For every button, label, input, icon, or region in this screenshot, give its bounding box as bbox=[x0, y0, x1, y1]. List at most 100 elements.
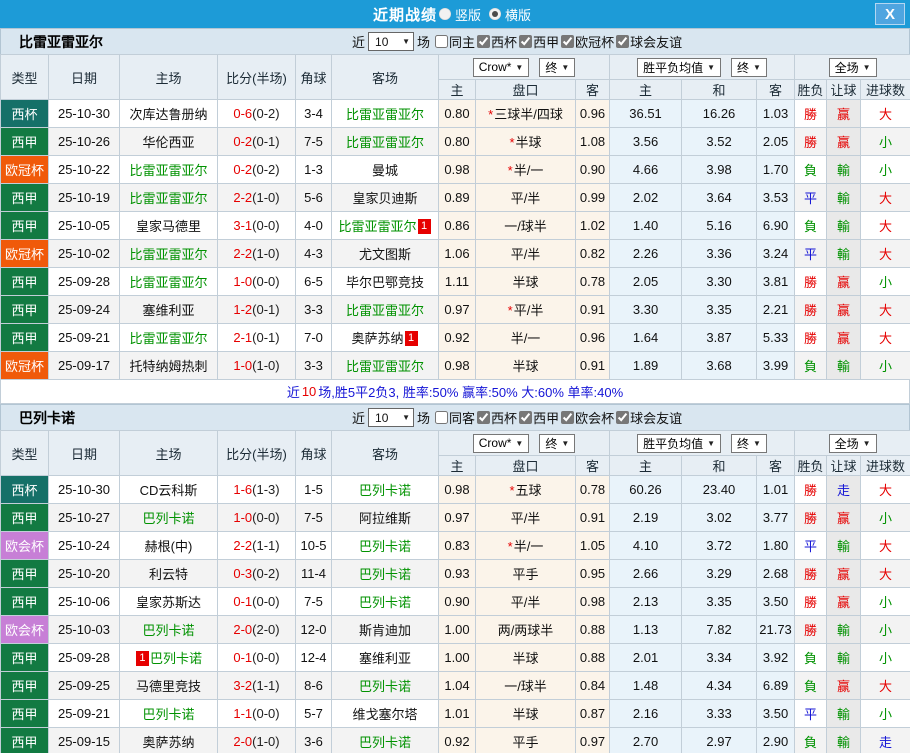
period-select[interactable]: 全场 ▼ bbox=[828, 57, 877, 77]
date-cell: 25-09-25 bbox=[48, 671, 120, 700]
league-checkbox[interactable] bbox=[616, 411, 630, 424]
handicap-result-cell: 輸 bbox=[826, 615, 862, 644]
odds-away-cell: 0.88 bbox=[574, 643, 611, 672]
col-corner: 角球 bbox=[295, 54, 332, 100]
league-badge: 西甲 bbox=[0, 295, 49, 324]
close-button[interactable]: X bbox=[875, 3, 905, 25]
league-filter[interactable]: 欧会杯 bbox=[561, 408, 614, 427]
col-score: 比分(半场) bbox=[217, 430, 296, 476]
league-checkbox[interactable] bbox=[477, 411, 491, 424]
league-filter[interactable]: 西甲 bbox=[519, 408, 559, 427]
summary-row: 近 10 场,胜5平2负3, 胜率:50% 赢率:50% 大:60% 单率:40% bbox=[0, 380, 910, 404]
horizontal-layout-radio[interactable] bbox=[489, 8, 501, 20]
vertical-layout-radio[interactable] bbox=[438, 8, 451, 20]
team-name-text: 次库达鲁册纳 bbox=[129, 107, 208, 122]
avg-draw-cell: 3.52 bbox=[681, 127, 758, 156]
avg-home-cell: 1.64 bbox=[609, 323, 683, 352]
col-home: 主场 bbox=[119, 430, 218, 476]
col-home: 主场 bbox=[119, 54, 218, 100]
home-team-cell: 比雷亚雷亚尔 bbox=[119, 183, 218, 212]
avg-odds-select[interactable]: 胜平负均值 ▼ bbox=[637, 433, 722, 453]
league-filter[interactable]: 西甲 bbox=[519, 32, 559, 51]
date-cell: 25-10-05 bbox=[48, 211, 120, 240]
league-checkbox[interactable] bbox=[519, 411, 533, 424]
odds-home-cell: 0.98 bbox=[438, 155, 476, 184]
halftime-score: (0-1) bbox=[252, 330, 280, 345]
league-filter[interactable]: 西杯 bbox=[477, 32, 517, 51]
league-badge: 西甲 bbox=[0, 503, 49, 532]
league-badge: 西甲 bbox=[0, 559, 49, 588]
avg-home-cell: 2.26 bbox=[609, 239, 683, 268]
same-venue-checkbox[interactable] bbox=[435, 411, 449, 424]
chevron-down-icon: ▼ bbox=[402, 413, 411, 422]
team-name-text: 巴列卡诺 bbox=[358, 735, 411, 750]
score-cell: 2-1(0-1) bbox=[217, 323, 296, 352]
avg-away-cell: 3.77 bbox=[756, 503, 796, 532]
league-checkbox[interactable] bbox=[477, 35, 491, 48]
league-checkbox[interactable] bbox=[561, 35, 575, 48]
avg-home-cell: 1.40 bbox=[609, 211, 683, 240]
avg-stage-select[interactable]: 终 ▼ bbox=[731, 433, 767, 453]
handicap-text: 平/半 bbox=[510, 191, 541, 206]
near-count-select[interactable]: 10 ▼ bbox=[368, 32, 415, 51]
wdl-result-cell: 負 bbox=[794, 727, 828, 753]
fulltime-score: 1-1 bbox=[233, 706, 253, 721]
score-cell: 2-2(1-0) bbox=[217, 183, 296, 212]
home-team-cell: 巴列卡诺 bbox=[119, 615, 218, 644]
avg-away-cell: 1.70 bbox=[756, 155, 796, 184]
team-name-text: 比雷亚雷亚尔 bbox=[129, 247, 208, 262]
avg-home-cell: 1.48 bbox=[609, 671, 683, 700]
same-venue-filter[interactable]: 同主 bbox=[435, 32, 475, 51]
league-checkbox[interactable] bbox=[616, 35, 630, 48]
col-date: 日期 bbox=[48, 54, 120, 100]
col-hcp-result: 让球 bbox=[826, 79, 862, 100]
odds-stage-select[interactable]: 终 ▼ bbox=[539, 57, 576, 77]
team-name-text: 皇家苏斯达 bbox=[135, 595, 201, 610]
handicap-result-cell: 輸 bbox=[826, 351, 862, 380]
avg-odds-select[interactable]: 胜平负均值 ▼ bbox=[637, 57, 722, 77]
col-odds-away: 客 bbox=[574, 455, 611, 476]
league-checkbox[interactable] bbox=[519, 35, 533, 48]
corner-cell: 12-4 bbox=[295, 643, 332, 672]
odds-home-cell: 1.00 bbox=[438, 643, 476, 672]
period-select[interactable]: 全场 ▼ bbox=[828, 433, 877, 453]
near-count-select[interactable]: 10 ▼ bbox=[368, 408, 415, 427]
league-badge: 西甲 bbox=[0, 699, 49, 728]
avg-draw-cell: 3.87 bbox=[681, 323, 758, 352]
odds-stage-select[interactable]: 终 ▼ bbox=[539, 433, 576, 453]
filter-bar: 近 10 ▼ 场 同客 西杯 西甲 欧会杯 球会友谊 bbox=[349, 408, 682, 427]
league-filter[interactable]: 球会友谊 bbox=[616, 408, 682, 427]
avg-draw-cell: 3.98 bbox=[681, 155, 758, 184]
goals-result-cell: 小 bbox=[860, 267, 910, 296]
team-name-text: 巴列卡诺 bbox=[142, 511, 195, 526]
bookmaker-select[interactable]: Crow* ▼ bbox=[472, 433, 530, 453]
results-table: 类型 日期 主场 比分(半场) 角球 客场 Crow* ▼ 终 ▼ 胜平负均值 … bbox=[0, 54, 910, 380]
league-filter[interactable]: 欧冠杯 bbox=[561, 32, 614, 51]
avg-stage-select[interactable]: 终 ▼ bbox=[731, 57, 767, 77]
odds-home-cell: 0.86 bbox=[438, 211, 476, 240]
league-checkbox[interactable] bbox=[561, 411, 575, 424]
bookmaker-select[interactable]: Crow* ▼ bbox=[472, 57, 530, 77]
team-name: 比雷亚雷亚尔 bbox=[19, 33, 103, 50]
league-filter[interactable]: 球会友谊 bbox=[616, 32, 682, 51]
table-row: 西甲 25-09-21 比雷亚雷亚尔 2-1(0-1) 7-0 奥萨苏纳 1 0.… bbox=[0, 323, 910, 352]
handicap-cell: 平/半 bbox=[475, 587, 576, 616]
table-row: 西甲 25-10-20 利云特 0-3(0-2) 11-4 巴列卡诺 0.93 … bbox=[0, 559, 910, 588]
odds-home-cell: 1.01 bbox=[438, 699, 476, 728]
league-filter[interactable]: 西杯 bbox=[477, 408, 517, 427]
goals-result-cell: 小 bbox=[860, 615, 910, 644]
team-name-text: 比雷亚雷亚尔 bbox=[345, 303, 424, 318]
same-venue-filter[interactable]: 同客 bbox=[435, 408, 475, 427]
fulltime-score: 2-0 bbox=[233, 622, 253, 637]
avg-away-cell: 2.90 bbox=[756, 727, 796, 753]
corner-cell: 7-5 bbox=[295, 503, 332, 532]
results-table: 类型 日期 主场 比分(半场) 角球 客场 Crow* ▼ 终 ▼ 胜平负均值 … bbox=[0, 430, 910, 753]
same-venue-checkbox[interactable] bbox=[435, 35, 449, 48]
avg-home-cell: 1.13 bbox=[609, 615, 683, 644]
corner-cell: 1-5 bbox=[295, 475, 332, 504]
horizontal-layout-label: 横版 bbox=[505, 7, 532, 23]
halftime-score: (1-3) bbox=[252, 482, 280, 497]
avg-draw-cell: 3.35 bbox=[681, 295, 758, 324]
odds-away-cell: 0.96 bbox=[574, 323, 611, 352]
away-team-cell: 巴列卡诺 bbox=[331, 671, 439, 700]
